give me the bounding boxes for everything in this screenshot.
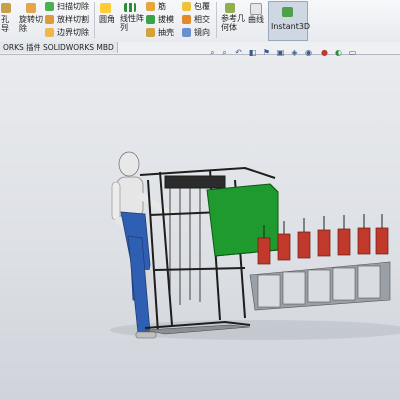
sweep-cut-icon: [45, 2, 54, 11]
instant3d-label: Instant3D: [271, 22, 311, 31]
tab-solidworks-mbd[interactable]: SOLIDWORKS MBD: [40, 42, 118, 53]
mirror-button[interactable]: 镜向: [194, 28, 210, 37]
wrap-button[interactable]: 包覆: [194, 2, 210, 11]
intersect-button[interactable]: 相交: [194, 15, 210, 24]
model-scene: [110, 151, 400, 340]
linear-pattern-button[interactable]: 线性阵 列: [120, 14, 144, 32]
shell-button[interactable]: 抽壳: [158, 28, 174, 37]
reference-geometry-icon: [225, 3, 235, 13]
revolve-cut-button[interactable]: 旋转切 除: [19, 15, 43, 33]
revolve-cut-icon: [26, 3, 36, 13]
curves-button[interactable]: 曲线: [248, 15, 264, 24]
reference-geometry-button[interactable]: 参考几 何体: [221, 14, 245, 32]
boundary-cut-button[interactable]: 边界切除: [57, 28, 89, 37]
ribbon-separator: [216, 2, 217, 38]
loft-cut-icon: [45, 15, 54, 24]
hole-wizard-icon: [1, 3, 11, 13]
draft-icon: [146, 15, 155, 24]
draft-button[interactable]: 拔模: [158, 15, 174, 24]
hole-wizard-button[interactable]: 孔 导: [1, 15, 9, 33]
mirror-icon: [182, 28, 191, 37]
rib-button[interactable]: 筋: [158, 2, 166, 11]
command-ribbon: 孔 导 旋转切 除 扫描切除 放样切割 边界切除 圆角 线性阵 列 筋 拔模 抽…: [0, 0, 400, 43]
instant3d-icon: [282, 7, 293, 17]
shell-icon: [146, 28, 155, 37]
wrap-icon: [182, 2, 191, 11]
intersect-icon: [182, 15, 191, 24]
rib-icon: [146, 2, 155, 11]
fillet-button[interactable]: 圆角: [99, 15, 115, 24]
curves-icon: [250, 3, 262, 15]
loft-cut-button[interactable]: 放样切割: [57, 15, 89, 24]
linear-pattern-icon: [124, 3, 136, 12]
tab-solidworks-addins[interactable]: ORKS 插件: [0, 42, 46, 53]
ribbon-separator: [94, 2, 95, 38]
instant3d-button[interactable]: Instant3D: [268, 1, 311, 41]
fillet-icon: [100, 3, 111, 13]
boundary-cut-icon: [45, 28, 54, 37]
sweep-cut-button[interactable]: 扫描切除: [57, 2, 89, 11]
